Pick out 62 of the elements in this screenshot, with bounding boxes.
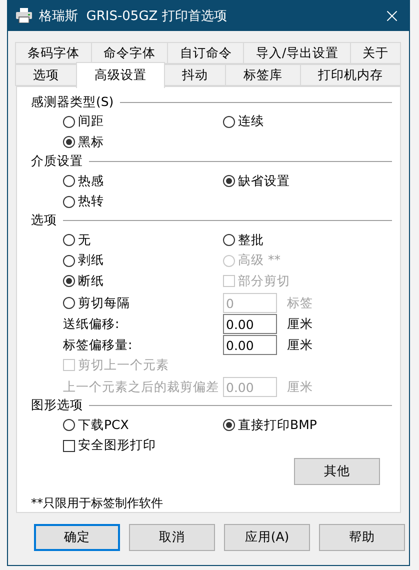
dialog-button[interactable]: 帮助 [319, 524, 405, 551]
radio-button[interactable] [223, 234, 235, 246]
field-label: 标签偏移量: [63, 336, 134, 354]
tab[interactable]: 导入/导出设置 [243, 42, 351, 64]
option-label: 部分剪切 [238, 272, 290, 290]
dialog-button[interactable]: 应用(A) [224, 524, 310, 551]
radio-button[interactable] [63, 254, 75, 267]
tab[interactable]: 自订命令 [167, 42, 244, 64]
radio-button[interactable] [63, 419, 75, 432]
unit-label: 厘米 [286, 336, 314, 354]
footnote: **只限用于标签制作软件 [31, 495, 164, 512]
radio-button[interactable] [63, 136, 75, 148]
section-title: 选项 [31, 212, 57, 230]
field-label: 送纸偏移: [63, 316, 120, 333]
option-label: 连续 [238, 113, 264, 130]
section-title: 感测器类型(S) [31, 94, 114, 111]
option-label: 黑标 [78, 134, 104, 151]
tab[interactable]: 关于 [350, 42, 401, 64]
section-title: 图形选项 [31, 397, 83, 414]
dialog-button[interactable]: 确定 [34, 524, 120, 551]
radio-button[interactable] [63, 116, 75, 128]
option-label: 剥纸 [78, 252, 104, 270]
tab[interactable]: 标签库 [225, 64, 301, 86]
section-title: 介质设置 [31, 153, 83, 170]
checkbox[interactable] [63, 440, 75, 452]
input-field[interactable]: 0.00 [223, 335, 277, 356]
tab[interactable]: 条码字体 [15, 42, 92, 64]
option-label: 安全图形打印 [78, 437, 156, 454]
option-label: 热感 [78, 172, 104, 190]
unit-label: 厘米 [286, 378, 314, 396]
option-label: 无 [78, 232, 91, 249]
option-label: 剪切上一个元素 [78, 356, 169, 374]
tab[interactable]: 选项 [15, 64, 78, 86]
tab[interactable]: 命令字体 [91, 42, 168, 64]
radio-button[interactable] [63, 297, 75, 310]
option-label: 间距 [78, 113, 104, 130]
tab[interactable]: 高级设置 [76, 62, 165, 88]
input-field[interactable]: 0.00 [223, 314, 277, 334]
option-label: 剪切每隔 [78, 294, 130, 312]
window-title: 格瑞斯 GRIS-05GZ 打印首选项 [39, 8, 228, 24]
radio-button[interactable] [63, 234, 75, 246]
unit-label: 厘米 [286, 316, 314, 333]
tab[interactable]: 抖动 [164, 64, 226, 86]
radio-button[interactable] [223, 175, 235, 187]
radio-button[interactable] [63, 275, 75, 288]
option-label: 缺省设置 [238, 172, 290, 190]
radio-button[interactable] [223, 116, 235, 128]
unit-label: 标签 [286, 294, 314, 312]
dialog-button[interactable]: 取消 [129, 524, 215, 551]
option-label: 断纸 [78, 272, 104, 290]
other-button[interactable]: 其他 [294, 458, 380, 485]
option-label: 整批 [238, 232, 264, 249]
option-label: 热转 [78, 193, 104, 210]
radio-button[interactable] [63, 196, 75, 208]
option-label: 下载PCX [78, 416, 129, 434]
option-label: 直接打印BMP [238, 416, 317, 434]
field-label: 上一个元素之后的裁剪偏差 [63, 378, 220, 396]
option-label: 高级 ** [238, 252, 280, 270]
radio-button[interactable] [63, 175, 75, 187]
radio-button[interactable] [223, 419, 235, 432]
tab[interactable]: 打印机内存 [300, 64, 402, 86]
printer-icon [16, 8, 32, 23]
